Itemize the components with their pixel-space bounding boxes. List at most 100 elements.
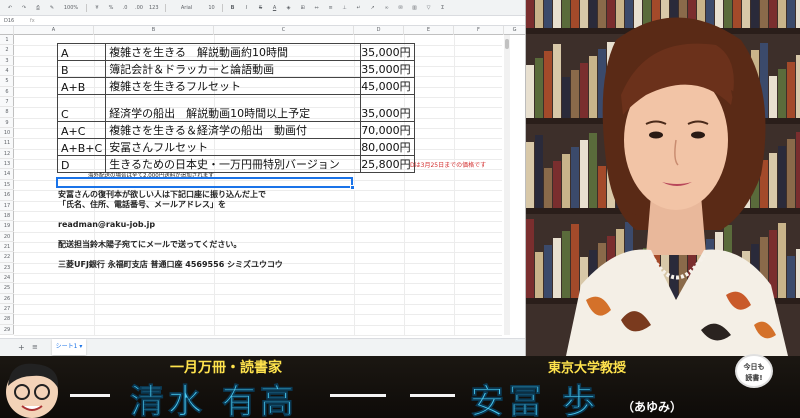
price-code-cell[interactable]: D [56, 155, 107, 173]
increase-decimal-button[interactable]: .00 [135, 4, 143, 12]
row-header[interactable]: 23 [0, 263, 14, 273]
price-price-cell[interactable]: 35,000円 [360, 43, 415, 61]
number-format-button[interactable]: 123 [149, 4, 159, 12]
row-header[interactable]: 15 [0, 180, 14, 191]
row-header[interactable]: 24 [0, 273, 14, 284]
wrap-icon[interactable]: ↵ [355, 4, 363, 12]
undo-icon[interactable]: ↶ [6, 4, 14, 12]
cell-reference[interactable]: D16 [4, 18, 14, 24]
row-header[interactable]: 20 [0, 232, 14, 242]
price-price-cell[interactable]: 70,000円 [360, 121, 415, 139]
vertical-scrollbar[interactable] [504, 35, 510, 335]
borders-icon[interactable]: ⊞ [299, 4, 307, 12]
rotate-icon[interactable]: ↗ [369, 4, 377, 12]
add-sheet-button[interactable]: + [18, 343, 25, 352]
price-code-cell[interactable]: A+B+C [56, 138, 107, 156]
strikethrough-icon[interactable]: S [257, 4, 265, 12]
price-row[interactable]: A 複雑さを生きる 解説動画約10時間 35,000円 [56, 43, 415, 61]
redo-icon[interactable]: ↷ [20, 4, 28, 12]
row-header[interactable]: 11 [0, 138, 14, 149]
column-header-e[interactable]: E [404, 26, 454, 35]
all-sheets-button[interactable]: ≡ [32, 343, 38, 351]
price-code-cell[interactable]: A [56, 43, 107, 61]
row-header[interactable]: 18 [0, 211, 14, 222]
align-icon[interactable]: ≡ [327, 4, 335, 12]
currency-button[interactable]: ¥ [93, 4, 101, 12]
row-header[interactable]: 22 [0, 252, 14, 263]
row-header[interactable]: 5 [0, 76, 14, 87]
link-icon[interactable]: ∞ [383, 4, 391, 12]
zoom-select[interactable]: 100% [62, 4, 80, 12]
row-header[interactable]: 12 [0, 149, 14, 160]
row-header[interactable]: 7 [0, 97, 14, 108]
price-price-cell[interactable]: 80,000円 [360, 138, 415, 156]
price-code-cell[interactable]: A+B [56, 77, 107, 95]
row-header[interactable]: 1 [0, 35, 14, 46]
function-icon[interactable]: Σ [439, 4, 447, 12]
row-header[interactable]: 10 [0, 128, 14, 139]
row-header[interactable]: 27 [0, 304, 14, 315]
print-icon[interactable]: ⎙ [34, 4, 42, 12]
column-header-d[interactable]: D [354, 26, 404, 35]
decrease-decimal-button[interactable]: .0 [121, 4, 129, 12]
price-desc-cell[interactable]: 簿記会計＆ドラッカーと論語動画 [105, 60, 362, 78]
price-price-cell[interactable]: 25,800円 [360, 155, 415, 173]
formula-bar[interactable]: D16 fx [0, 16, 525, 26]
valign-icon[interactable]: ⊥ [341, 4, 349, 12]
scrollbar-thumb[interactable] [505, 39, 509, 49]
row-header[interactable]: 2 [0, 45, 14, 56]
column-header-g[interactable]: G [504, 26, 525, 35]
row-header[interactable]: 13 [0, 159, 14, 170]
row-header[interactable]: 25 [0, 283, 14, 294]
row-header[interactable]: 8 [0, 107, 14, 118]
sheet-tab-active[interactable]: シート1 ▾ [52, 339, 86, 355]
chart-icon[interactable]: ▥ [411, 4, 419, 12]
percent-button[interactable]: % [107, 4, 115, 12]
row-header[interactable]: 21 [0, 242, 14, 253]
row-header[interactable]: 29 [0, 325, 14, 335]
column-header-c[interactable]: C [214, 26, 354, 35]
price-desc-cell[interactable]: 複雑さを生きる 解説動画約10時間 [105, 43, 362, 61]
fill-color-icon[interactable]: ◈ [285, 4, 293, 12]
text-color-icon[interactable]: A [271, 4, 279, 12]
row-header[interactable]: 6 [0, 87, 14, 98]
price-row[interactable]: D 生きるための日本史・一万円冊特別バージョン 25,800円 [56, 155, 415, 173]
price-desc-cell[interactable]: 安冨さんフルセット [105, 138, 362, 156]
price-desc-cell[interactable]: 生きるための日本史・一万円冊特別バージョン [105, 155, 362, 173]
row-header[interactable]: 26 [0, 294, 14, 304]
price-row[interactable]: A+C 複雑さを生きる＆経済学の船出 動画付 70,000円 [56, 121, 415, 139]
row-header[interactable]: 4 [0, 66, 14, 77]
row-header[interactable]: 3 [0, 56, 14, 67]
row-header[interactable]: 9 [0, 118, 14, 129]
price-code-cell[interactable]: B [56, 60, 107, 78]
column-header-f[interactable]: F [454, 26, 504, 35]
column-header-a[interactable]: A [14, 26, 94, 35]
price-price-cell[interactable]: 35,000円 [360, 94, 415, 122]
row-header[interactable]: 14 [0, 169, 14, 180]
font-size-select[interactable]: 10 [208, 4, 216, 12]
price-desc-cell[interactable]: 複雑さを生きるフルセット [105, 77, 362, 95]
bold-icon[interactable]: B [229, 4, 237, 12]
merge-cells-icon[interactable]: ⇔ [313, 4, 321, 12]
price-price-cell[interactable]: 45,000円 [360, 77, 415, 95]
selected-cell-outline[interactable] [56, 177, 355, 190]
select-all-corner[interactable] [0, 26, 14, 35]
comment-icon[interactable]: ✉ [397, 4, 405, 12]
price-desc-cell[interactable]: 複雑さを生きる＆経済学の船出 動画付 [105, 121, 362, 139]
column-header-b[interactable]: B [94, 26, 214, 35]
filter-icon[interactable]: ▽ [425, 4, 433, 12]
price-row[interactable]: C 経済学の船出 解説動画10時間以上予定 35,000円 [56, 94, 415, 122]
row-header[interactable]: 16 [0, 190, 14, 201]
row-header[interactable]: 17 [0, 201, 14, 211]
price-row[interactable]: B 簿記会計＆ドラッカーと論語動画 35,000円 [56, 60, 415, 78]
paint-format-icon[interactable]: ✎ [48, 4, 56, 12]
font-select[interactable]: Arial [172, 4, 202, 12]
row-header[interactable]: 28 [0, 314, 14, 325]
price-row[interactable]: A+B 複雑さを生きるフルセット 45,000円 [56, 77, 415, 95]
fill-handle[interactable] [350, 185, 355, 190]
price-desc-cell[interactable]: 経済学の船出 解説動画10時間以上予定 [105, 94, 362, 122]
row-header[interactable]: 19 [0, 221, 14, 232]
price-row[interactable]: A+B+C 安冨さんフルセット 80,000円 [56, 138, 415, 156]
price-code-cell[interactable]: A+C [56, 121, 107, 139]
price-price-cell[interactable]: 35,000円 [360, 60, 415, 78]
